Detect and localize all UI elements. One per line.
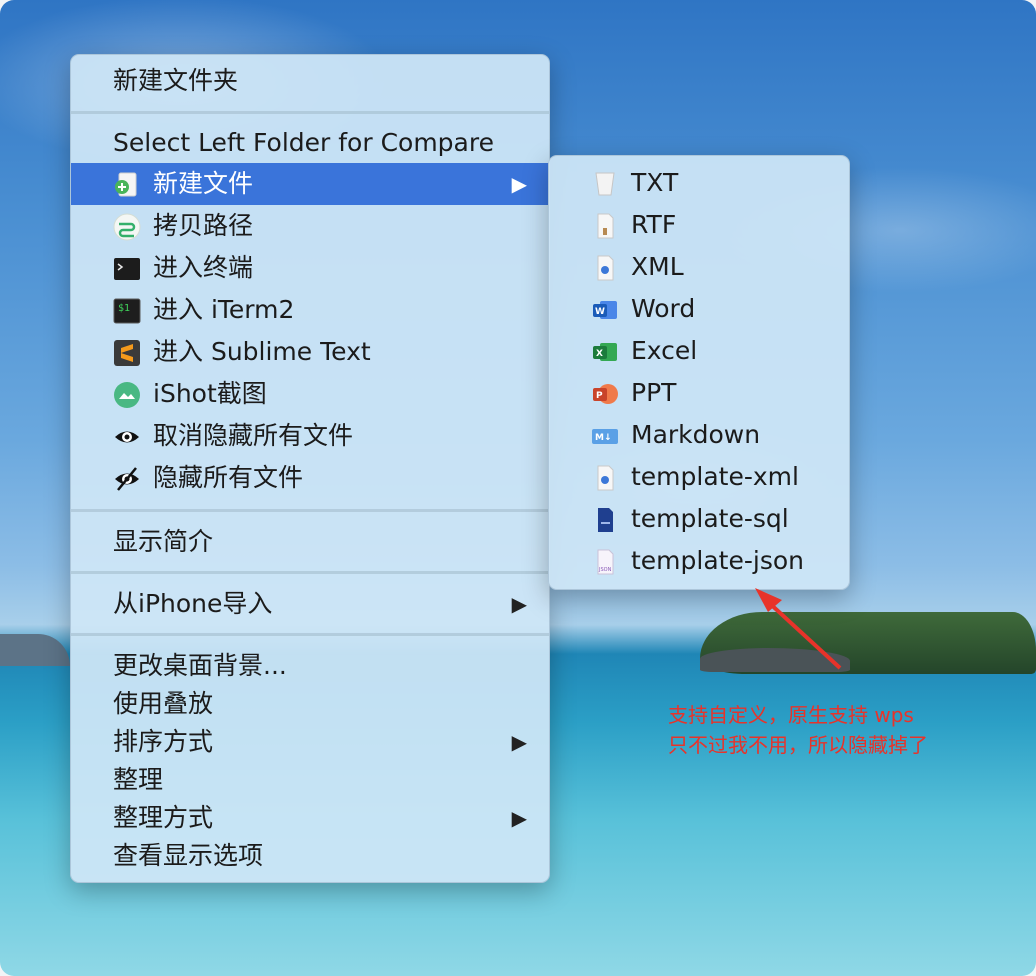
- menu-item-open-terminal[interactable]: 进入终端: [71, 247, 549, 289]
- submenu-item-label: XML: [631, 252, 684, 281]
- menu-separator: [71, 111, 549, 114]
- menu-item-import-from-iphone[interactable]: 从iPhone导入 ▶: [71, 583, 549, 625]
- menu-item-show-hidden-files[interactable]: 取消隐藏所有文件: [71, 415, 549, 457]
- menu-item-label: 排序方式: [113, 727, 214, 756]
- menu-item-label: 更改桌面背景...: [113, 651, 287, 680]
- menu-item-sort-by[interactable]: 排序方式 ▶: [71, 721, 549, 763]
- menu-item-clean-up-by[interactable]: 整理方式 ▶: [71, 797, 549, 839]
- menu-item-label: 使用叠放: [113, 689, 214, 718]
- txt-file-icon: [595, 172, 615, 196]
- menu-item-label: 取消隐藏所有文件: [153, 421, 354, 450]
- submenu-item-label: template-json: [631, 546, 804, 575]
- submenu-arrow-icon: ▶: [511, 730, 527, 754]
- menu-item-label: 进入终端: [153, 253, 254, 282]
- new-file-icon: [115, 172, 137, 197]
- menu-item-new-folder[interactable]: 新建文件夹: [71, 60, 549, 102]
- submenu-item-label: TXT: [631, 168, 679, 197]
- submenu-item-excel[interactable]: X Excel: [549, 330, 849, 372]
- annotation-note: 支持自定义，原生支持 wps 只不过我不用，所以隐藏掉了: [668, 700, 1028, 760]
- distant-hill: [0, 634, 70, 666]
- menu-item-get-info[interactable]: 显示简介: [71, 521, 549, 563]
- menu-item-label: 新建文件: [153, 169, 254, 198]
- submenu-item-label: RTF: [631, 210, 677, 239]
- menu-item-copy-path[interactable]: 拷贝路径: [71, 205, 549, 247]
- menu-item-label: 进入 Sublime Text: [153, 337, 371, 366]
- annotation-line: 只不过我不用，所以隐藏掉了: [668, 733, 928, 757]
- submenu-item-txt[interactable]: TXT: [549, 162, 849, 204]
- menu-item-ishot[interactable]: iShot截图: [71, 373, 549, 415]
- copy-path-icon: [113, 213, 141, 241]
- submenu-item-template-sql[interactable]: template-sql: [549, 498, 849, 540]
- excel-icon: X: [593, 343, 617, 361]
- submenu-item-template-json[interactable]: JSON template-json: [549, 540, 849, 582]
- submenu-item-rtf[interactable]: RTF: [549, 204, 849, 246]
- powerpoint-icon: P: [593, 384, 618, 404]
- eye-icon: [115, 431, 139, 443]
- menu-item-show-view-options[interactable]: 查看显示选项: [71, 835, 549, 877]
- menu-item-select-left-folder[interactable]: Select Left Folder for Compare: [71, 122, 549, 164]
- menu-item-label: 整理方式: [113, 803, 214, 832]
- ishot-icon: [114, 382, 140, 408]
- annotation-line: 支持自定义，原生支持 wps: [668, 703, 914, 727]
- submenu-item-word[interactable]: W Word: [549, 288, 849, 330]
- terminal-icon: [114, 258, 140, 280]
- menu-item-label: 查看显示选项: [113, 841, 264, 870]
- menu-separator: [71, 633, 549, 636]
- sublime-text-icon: [114, 340, 140, 366]
- menu-separator: [71, 509, 549, 512]
- menu-item-label: 从iPhone导入: [113, 589, 273, 618]
- menu-item-open-sublime[interactable]: 进入 Sublime Text: [71, 331, 549, 373]
- menu-item-label: Select Left Folder for Compare: [113, 128, 494, 157]
- svg-text:P: P: [596, 391, 603, 401]
- svg-text:JSON: JSON: [598, 567, 612, 573]
- menu-item-use-stacks[interactable]: 使用叠放: [71, 683, 549, 725]
- new-file-submenu: TXT RTF XML W Word X Excel P PPT M↓ Mark…: [548, 155, 850, 590]
- menu-item-label: 显示简介: [113, 527, 214, 556]
- svg-text:W: W: [595, 307, 605, 317]
- xml-file-icon: [597, 465, 614, 491]
- submenu-item-markdown[interactable]: M↓ Markdown: [549, 414, 849, 456]
- menu-separator: [71, 571, 549, 574]
- word-icon: W: [593, 301, 617, 319]
- menu-item-new-file[interactable]: 新建文件 ▶: [71, 163, 549, 205]
- markdown-icon: M↓: [592, 429, 618, 444]
- menu-item-change-desktop-background[interactable]: 更改桌面背景...: [71, 645, 549, 687]
- submenu-item-label: Markdown: [631, 420, 761, 449]
- iterm2-icon: $1: [113, 298, 141, 324]
- island-rocks: [700, 648, 850, 672]
- json-file-icon: JSON: [597, 549, 614, 575]
- submenu-arrow-icon: ▶: [511, 172, 527, 196]
- rtf-file-icon: [597, 213, 614, 239]
- submenu-item-template-xml[interactable]: template-xml: [549, 456, 849, 498]
- svg-text:M↓: M↓: [595, 433, 612, 443]
- xml-file-icon: [597, 255, 614, 281]
- submenu-item-ppt[interactable]: P PPT: [549, 372, 849, 414]
- submenu-item-label: PPT: [631, 378, 677, 407]
- submenu-item-label: template-sql: [631, 504, 789, 533]
- menu-item-label: iShot截图: [153, 379, 267, 408]
- menu-item-label: 拷贝路径: [153, 211, 254, 240]
- desktop-context-menu: 新建文件夹 Select Left Folder for Compare 新建文…: [70, 54, 550, 883]
- menu-item-label: 隐藏所有文件: [153, 463, 304, 492]
- submenu-item-label: Excel: [631, 336, 698, 365]
- svg-text:$1: $1: [118, 303, 130, 314]
- menu-item-open-iterm2[interactable]: $1 进入 iTerm2: [71, 289, 549, 331]
- eye-slash-icon: [115, 467, 139, 491]
- submenu-arrow-icon: ▶: [511, 592, 527, 616]
- sql-file-icon: [598, 508, 613, 532]
- submenu-item-xml[interactable]: XML: [549, 246, 849, 288]
- submenu-item-label: template-xml: [631, 462, 799, 491]
- submenu-arrow-icon: ▶: [511, 806, 527, 830]
- menu-item-clean-up[interactable]: 整理: [71, 759, 549, 801]
- menu-item-label: 新建文件夹: [113, 66, 239, 95]
- menu-item-label: 进入 iTerm2: [153, 295, 295, 324]
- menu-item-label: 整理: [113, 765, 164, 794]
- menu-item-hide-all-files[interactable]: 隐藏所有文件: [71, 457, 549, 499]
- svg-text:X: X: [596, 349, 603, 359]
- submenu-item-label: Word: [631, 294, 696, 323]
